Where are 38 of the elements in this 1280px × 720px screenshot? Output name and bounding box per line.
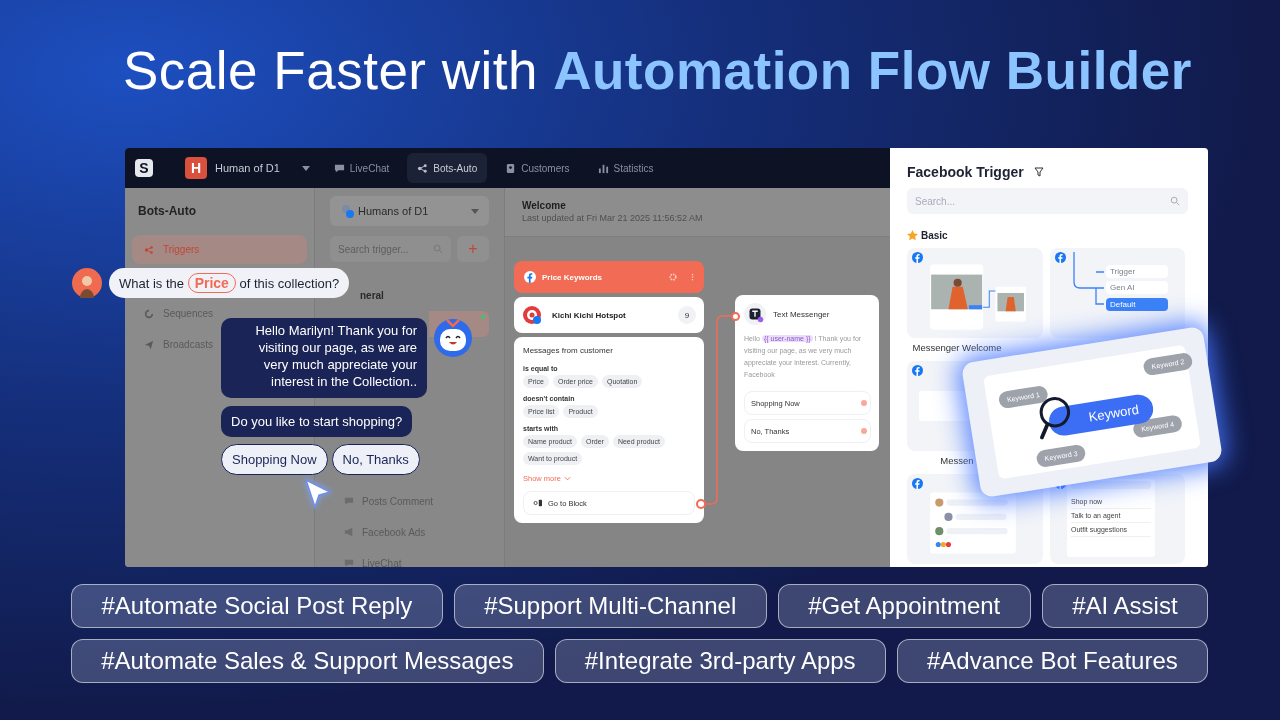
logo: S <box>135 159 153 177</box>
customer-message: What is the Price of this collection? <box>109 268 350 298</box>
panel-title: Facebook Trigger <box>907 164 1024 180</box>
workspace-selector[interactable]: Human of D1 <box>215 162 310 174</box>
node-title: Price Keywords <box>542 272 604 282</box>
hashtag-pill: #Automate Sales & Support Messages <box>71 639 544 683</box>
bot-message: Hello Marilyn! Thank you for visiting our page, as we are very much appreciate your interest in the Collection.. <box>221 318 427 398</box>
hashtag-pill: #Get Appointment <box>777 584 1031 628</box>
workspace-badge: H <box>185 157 207 179</box>
count-badge: 9 <box>678 306 696 324</box>
quick-reply-button[interactable]: Shopping Now <box>221 444 328 475</box>
flow-step: Gen AI <box>1106 281 1168 294</box>
headline: Scale Faster with Automation Flow Builder <box>122 40 1193 102</box>
hashtag-pill: #Automate Social Post Reply <box>71 584 443 628</box>
hashtag-pill: #Advance Bot Features <box>896 639 1208 683</box>
hashtag-pill: #AI Assist <box>1041 584 1208 628</box>
quick-reply-button[interactable]: No, Thanks <box>331 444 420 475</box>
hashtag-pill: #Integrate 3rd-party Apps <box>554 639 886 683</box>
flow-title: Welcome <box>522 200 567 211</box>
bot-message: Do you like to start shopping? <box>221 406 413 437</box>
template-title: Messenger Welcome <box>911 342 1003 353</box>
conditions-heading: Messages from customer <box>523 346 614 355</box>
search-field[interactable]: Search... <box>907 188 1188 214</box>
flow-step: Trigger <box>1106 265 1168 278</box>
node-title: Text Messenger <box>773 309 830 319</box>
page-selector[interactable]: Humans of D1 <box>330 196 489 226</box>
sidebar-title: Bots-Auto <box>137 204 197 218</box>
template-card[interactable]: Trigger Gen AI Default <box>1050 248 1185 338</box>
page-name: Kichi Kichi Hotspot <box>552 310 627 320</box>
group-label: neral <box>359 290 385 301</box>
section-title: Basic <box>921 230 948 241</box>
nav-tab[interactable]: Statistics <box>587 153 664 183</box>
hashtag-pill: #Support Multi-Channel <box>453 584 767 628</box>
flow-step: Default <box>1106 298 1168 311</box>
nav-tab[interactable]: LiveChat <box>323 153 400 183</box>
template-title: Messen <box>939 455 975 466</box>
nav-tab[interactable]: Bots-Auto <box>407 153 488 183</box>
nav-tab[interactable]: Customers <box>495 153 580 183</box>
